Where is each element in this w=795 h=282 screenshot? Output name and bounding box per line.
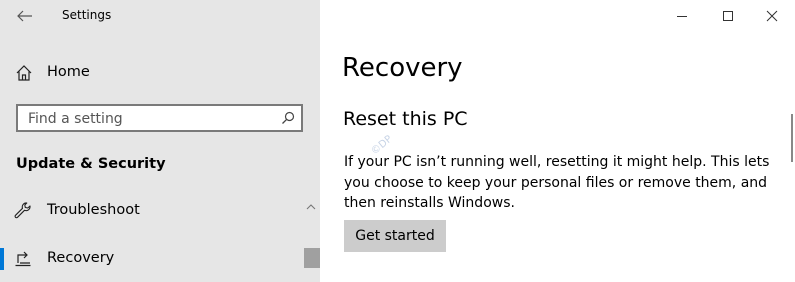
main-scrollbar[interactable] [791, 114, 793, 162]
get-started-button[interactable]: Get started [344, 220, 446, 252]
wrench-icon [14, 202, 31, 219]
sidebar-item-home[interactable]: Home [0, 58, 320, 88]
sidebar-item-label: Troubleshoot [47, 202, 140, 218]
sidebar-item-label: Recovery [47, 250, 115, 266]
minimize-icon [677, 16, 687, 17]
description-text: If your PC isn’t running well, resetting… [344, 154, 770, 211]
selection-indicator [0, 248, 4, 270]
close-icon [766, 10, 778, 22]
back-button[interactable] [8, 3, 42, 29]
sidebar-item-troubleshoot[interactable]: Troubleshoot [0, 195, 320, 227]
home-icon [16, 65, 32, 81]
maximize-button[interactable] [705, 0, 751, 32]
sidebar: Settings Home Find a setting Update & Se… [0, 0, 320, 282]
page-title: Recovery [342, 53, 463, 83]
app-title: Settings [62, 8, 112, 22]
back-arrow-icon [17, 10, 32, 22]
sidebar-item-recovery[interactable]: Recovery [0, 243, 320, 275]
search-icon [282, 111, 295, 124]
maximize-icon [723, 11, 733, 21]
search-placeholder: Find a setting [28, 111, 123, 127]
scroll-up-chevron-icon[interactable] [305, 203, 317, 211]
section-title: Update & Security [16, 156, 166, 172]
minimize-button[interactable] [659, 0, 705, 32]
search-input[interactable]: Find a setting [16, 104, 303, 132]
close-button[interactable] [749, 0, 795, 32]
sidebar-scrollbar-thumb[interactable] [304, 248, 320, 268]
main-content: Recovery Reset this PC ©DP If your PC is… [320, 0, 795, 282]
section-heading: Reset this PC [343, 108, 468, 130]
recovery-icon [15, 251, 31, 267]
sidebar-item-label: Home [47, 64, 90, 80]
